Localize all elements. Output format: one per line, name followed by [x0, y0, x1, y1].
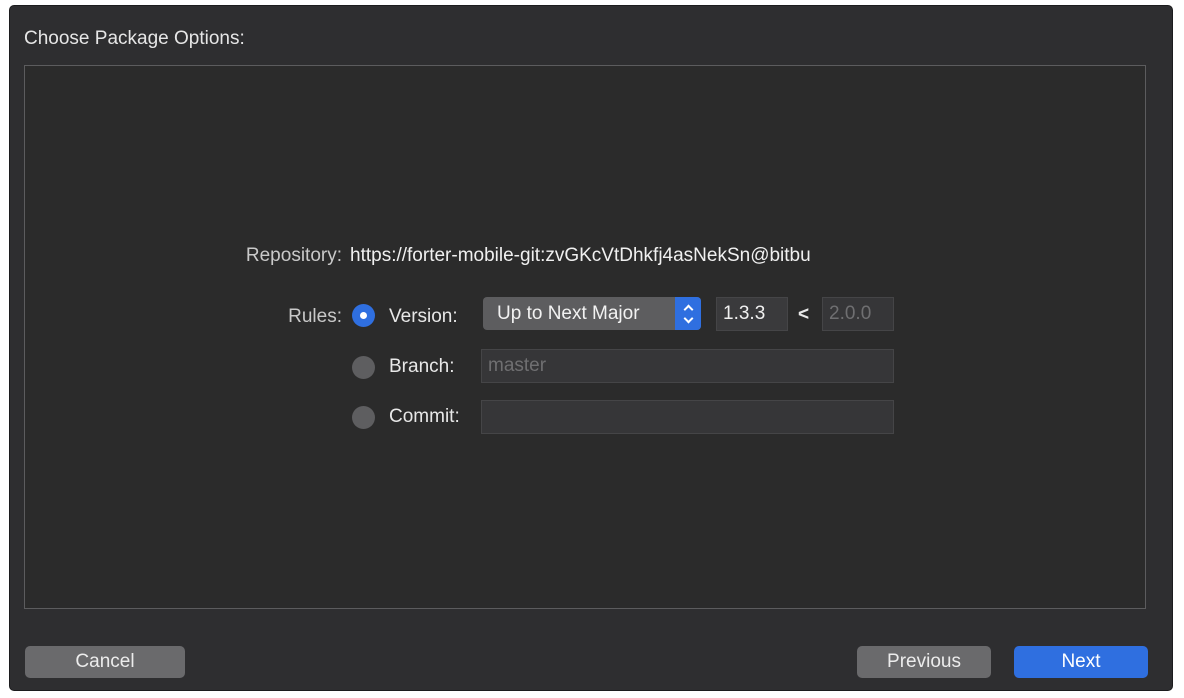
radio-dot-icon: [360, 312, 367, 319]
commit-field[interactable]: [481, 400, 894, 434]
next-button[interactable]: Next: [1014, 646, 1148, 678]
options-panel: [24, 65, 1146, 609]
version-rule-value: Up to Next Major: [497, 303, 640, 324]
version-upper-field[interactable]: 2.0.0: [822, 297, 894, 331]
branch-label: Branch:: [389, 356, 455, 377]
repository-url: https://forter-mobile-git:zvGKcVtDhkfj4a…: [350, 245, 811, 266]
cancel-button[interactable]: Cancel: [25, 646, 185, 678]
chevron-up-down-icon: [675, 297, 701, 330]
rules-label: Rules:: [288, 306, 342, 327]
sheet-title: Choose Package Options:: [24, 28, 245, 49]
version-radio[interactable]: [352, 304, 375, 327]
branch-field[interactable]: master: [481, 349, 894, 383]
repository-label: Repository:: [245, 245, 342, 266]
version-lower-field[interactable]: 1.3.3: [716, 297, 788, 331]
previous-button[interactable]: Previous: [857, 646, 991, 678]
commit-label: Commit:: [389, 406, 460, 427]
version-separator: <: [798, 304, 810, 325]
version-rule-popup[interactable]: Up to Next Major: [483, 297, 701, 330]
branch-radio[interactable]: [352, 356, 375, 379]
version-label: Version:: [389, 306, 458, 327]
commit-radio[interactable]: [352, 406, 375, 429]
package-options-sheet: Choose Package Options: Repository: http…: [10, 6, 1172, 690]
